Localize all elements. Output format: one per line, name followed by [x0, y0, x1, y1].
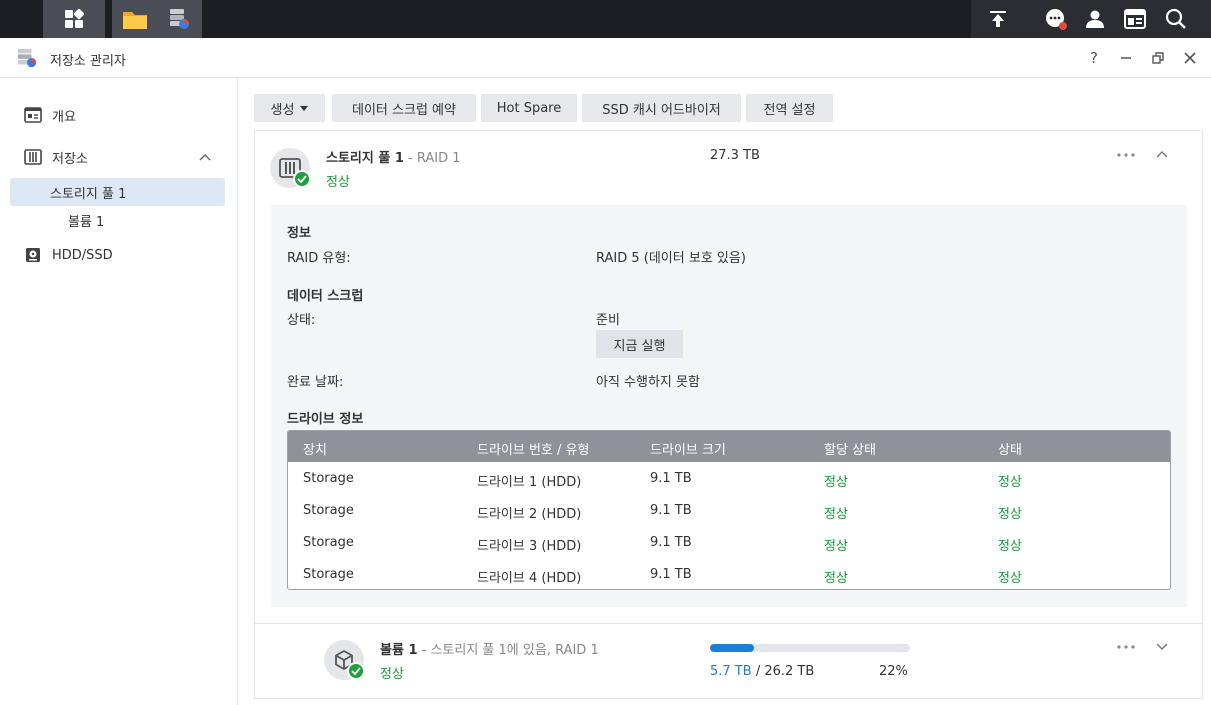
sidebar-item-label: 볼륨 1 — [68, 214, 105, 230]
volume-used: 5.7 TB — [710, 664, 752, 679]
raid-type-value: RAID 5 (데이터 보호 있음) — [596, 251, 746, 266]
taskbar-tray — [971, 0, 1211, 38]
volume-total: / 26.2 TB — [755, 664, 815, 679]
pool-status: 정상 — [326, 175, 350, 190]
scrub-heading: 데이터 스크럽 — [287, 289, 364, 304]
create-button[interactable]: 생성 — [254, 94, 325, 122]
table-row[interactable]: Storage 드라이브 1 (HDD) 9.1 TB 정상 정상 — [288, 463, 1170, 495]
sidebar-item-label: 스토리지 풀 1 — [50, 186, 127, 202]
restore-button[interactable] — [1146, 46, 1170, 70]
volume-title: 볼륨 1 - 스토리지 풀 1에 있음, RAID 1 — [380, 639, 599, 658]
sidebar-item-overview[interactable]: 개요 — [10, 101, 225, 129]
run-now-button[interactable]: 지금 실행 — [596, 330, 683, 358]
file-station-taskbar-button[interactable] — [112, 0, 158, 38]
pool-name: 스토리지 풀 1 — [326, 151, 404, 166]
caret-down-icon — [300, 105, 309, 111]
scrub-schedule-button[interactable]: 데이터 스크럽 예약 — [332, 94, 476, 122]
sidebar-item-hdd-ssd[interactable]: HDD/SSD — [10, 241, 225, 269]
more-icon[interactable] — [1117, 153, 1135, 157]
minimize-icon — [1121, 57, 1131, 59]
sidebar-item-volume-1[interactable]: 볼륨 1 — [10, 206, 225, 234]
sidebar-item-storage-pool-1[interactable]: 스토리지 풀 1 — [10, 178, 225, 206]
main-menu-button[interactable] — [43, 0, 105, 38]
completion-date-value: 아직 수행하지 못함 — [596, 375, 700, 390]
sidebar: 개요 저장소 스토리지 풀 1 볼륨 1 HDD/SSD — [0, 78, 238, 705]
healthy-check-icon — [293, 170, 311, 188]
sidebar-item-label: HDD/SSD — [52, 247, 113, 263]
global-settings-button[interactable]: 전역 설정 — [746, 94, 833, 122]
hdd-icon — [22, 246, 44, 264]
volume-location: - 스토리지 풀 1에 있음, RAID 1 — [421, 643, 599, 658]
search-button[interactable] — [1153, 0, 1199, 38]
volume-card: 볼륨 1 - 스토리지 풀 1에 있음, RAID 1 정상 5.7 TB / … — [254, 624, 1203, 699]
table-row[interactable]: Storage 드라이브 3 (HDD) 9.1 TB 정상 정상 — [288, 527, 1170, 559]
pool-raid-type: - RAID 1 — [408, 151, 461, 166]
window-title: 저장소 관리자 — [50, 54, 126, 69]
close-button[interactable] — [1178, 46, 1202, 70]
overview-icon — [22, 106, 44, 124]
column-header: 드라이브 번호 / 유형 — [477, 443, 590, 458]
sidebar-item-label: 저장소 — [52, 151, 88, 167]
volume-usage-text: 5.7 TB / 26.2 TB — [710, 664, 814, 679]
scrub-status-value: 준비 — [596, 313, 620, 328]
storage-manager-icon — [170, 9, 189, 29]
column-header: 장치 — [303, 443, 327, 458]
healthy-check-icon — [347, 662, 365, 680]
chat-bubble-icon — [1046, 9, 1067, 30]
widgets-icon — [1124, 9, 1146, 29]
volume-name: 볼륨 1 — [380, 643, 418, 658]
taskbar — [0, 0, 1211, 38]
storage-icon — [22, 148, 44, 166]
table-row[interactable]: Storage 드라이브 2 (HDD) 9.1 TB 정상 정상 — [288, 495, 1170, 527]
search-icon — [1165, 8, 1186, 29]
pool-capacity: 27.3 TB — [710, 148, 760, 163]
column-header: 할당 상태 — [824, 443, 876, 458]
restore-icon — [1152, 52, 1164, 64]
widgets-button[interactable] — [1112, 0, 1158, 38]
volume-usage-fill — [710, 644, 754, 652]
chevron-down-icon[interactable] — [1156, 643, 1168, 651]
column-header: 드라이브 크기 — [650, 443, 726, 458]
storage-pool-card: 스토리지 풀 1 - RAID 1 정상 27.3 TB 정보 RAID 유형:… — [254, 130, 1203, 624]
info-heading: 정보 — [287, 226, 311, 241]
drive-table: 장치 드라이브 번호 / 유형 드라이브 크기 할당 상태 상태 Storage… — [287, 430, 1171, 590]
sidebar-item-storage[interactable]: 저장소 — [10, 143, 225, 171]
upload-button[interactable] — [975, 0, 1021, 38]
folder-icon — [123, 12, 147, 29]
minimize-button[interactable] — [1114, 46, 1138, 70]
hot-spare-button[interactable]: Hot Spare — [481, 94, 577, 122]
pool-detail-panel: 정보 RAID 유형: RAID 5 (데이터 보호 있음) 데이터 스크럽 상… — [271, 205, 1187, 607]
volume-percent: 22% — [879, 664, 908, 679]
table-row[interactable]: Storage 드라이브 4 (HDD) 9.1 TB 정상 정상 — [288, 559, 1170, 589]
drive-table-header: 장치 드라이브 번호 / 유형 드라이브 크기 할당 상태 상태 — [288, 431, 1170, 462]
grid-icon — [65, 9, 84, 28]
drive-info-heading: 드라이브 정보 — [287, 412, 364, 427]
pool-title: 스토리지 풀 1 - RAID 1 — [326, 147, 461, 166]
volume-usage-bar — [710, 644, 910, 652]
close-icon — [1184, 52, 1196, 64]
raid-type-label: RAID 유형: — [287, 251, 351, 266]
storage-manager-icon — [17, 48, 37, 68]
storage-manager-taskbar-button[interactable] — [156, 0, 202, 38]
chevron-up-icon[interactable] — [199, 153, 211, 161]
more-icon[interactable] — [1117, 645, 1135, 649]
chevron-up-icon[interactable] — [1156, 150, 1168, 158]
ssd-cache-advisor-button[interactable]: SSD 캐시 어드바이저 — [582, 94, 741, 122]
user-icon — [1086, 10, 1104, 28]
help-button[interactable]: ? — [1082, 46, 1106, 70]
completion-date-label: 완료 날짜: — [287, 375, 344, 390]
upload-icon — [990, 11, 1006, 27]
window-titlebar: 저장소 관리자 ? — [0, 38, 1211, 78]
sidebar-item-label: 개요 — [52, 109, 76, 125]
volume-status: 정상 — [380, 667, 404, 682]
scrub-status-label: 상태: — [287, 313, 316, 328]
column-header: 상태 — [998, 443, 1022, 458]
